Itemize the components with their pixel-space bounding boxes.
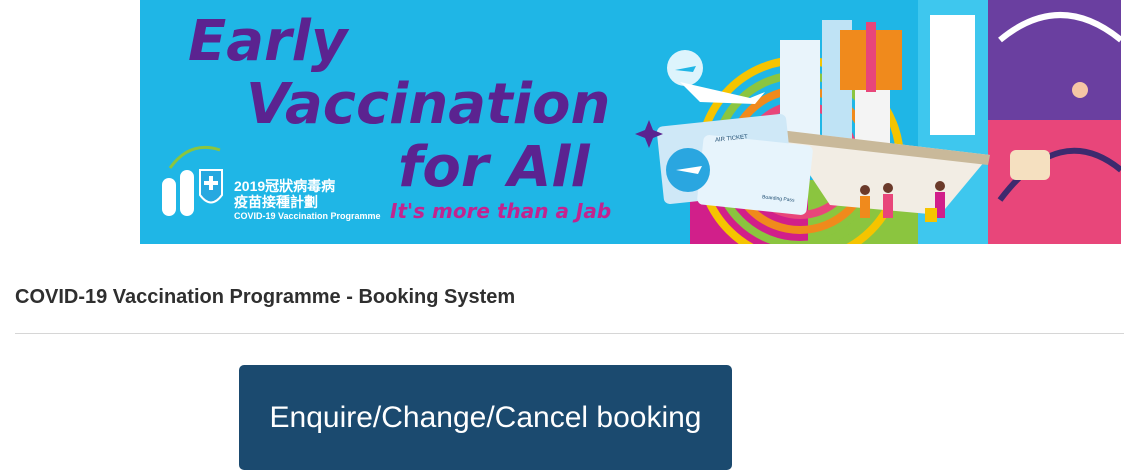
headline-line-2: Vaccination [246,72,611,137]
plane-badge-icon [667,50,703,86]
logo-chinese-line-1: 2019冠狀病毒病 [234,178,336,194]
logo-chinese-line-2: 疫苗接種計劃 [234,194,318,210]
divider [15,333,1124,334]
vaccine-mascots [162,145,223,216]
campaign-banner: Early Vaccination for All It's more than… [140,0,1121,244]
banner-tagline: It's more than a Jab [390,199,612,223]
enquire-change-cancel-booking-button[interactable]: Enquire/Change/Cancel booking [239,365,732,470]
headline-line-1: Early [188,9,348,74]
headline-line-3: for All [398,135,590,200]
logo-english: COVID-19 Vaccination Programme [234,211,381,221]
page-title: COVID-19 Vaccination Programme - Booking… [15,286,516,308]
programme-logo: 2019冠狀病毒病 疫苗接種計劃 COVID-19 Vaccination Pr… [234,178,381,222]
collage-panel-pink [988,120,1121,244]
